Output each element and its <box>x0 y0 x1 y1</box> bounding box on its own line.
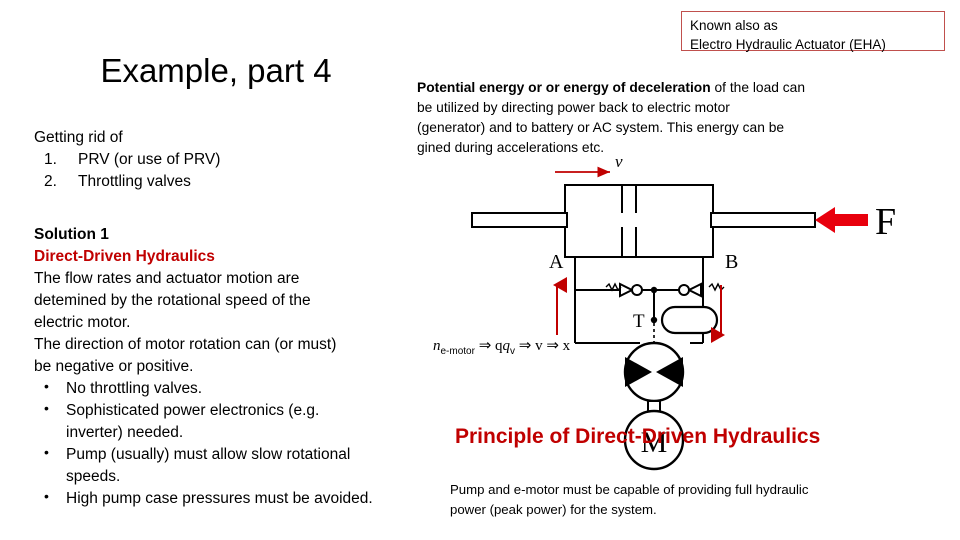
accumulator-icon <box>660 305 719 335</box>
list-item-label: PRV (or use of PRV) <box>78 151 221 168</box>
pump-note-line-1: Pump and e-motor must be capable of prov… <box>450 482 809 497</box>
slide-canvas: Example, part 4 Getting rid of 1. PRV (o… <box>0 0 960 540</box>
page-title: Example, part 4 <box>100 52 332 89</box>
hydraulic-circuit-diagram: v F A B T M ne-motor ⇒ qqv ⇒ v ⇒ x <box>425 150 960 471</box>
list-item-number: 1. <box>44 151 57 168</box>
energy-paragraph: Potential energy or or energy of deceler… <box>417 78 883 158</box>
callout-line-2: Electro Hydraulic Actuator (EHA) <box>690 37 886 53</box>
chain-rest-1: ⇒ q <box>474 338 503 354</box>
chain-q: q <box>502 338 511 354</box>
principle-heading: Principle of Direct-Driven Hydraulics <box>455 425 821 448</box>
pump-icon <box>623 341 685 403</box>
solution-paragraph-line: The direction of motor rotation can (or … <box>34 336 337 353</box>
list-item-label-cont: inverter) needed. <box>66 424 184 441</box>
tank-label: T <box>633 311 645 332</box>
list-item-label: High pump case pressures must be avoided… <box>66 490 373 507</box>
energy-paragraph-line-3: (generator) and to battery or AC system.… <box>417 120 785 135</box>
bullet-icon: • <box>44 378 49 394</box>
list-item-label: Pump (usually) must allow slow rotationa… <box>66 446 351 463</box>
bullet-icon: • <box>44 444 49 460</box>
causal-chain-formula: ne-motor ⇒ qqv ⇒ v ⇒ x <box>433 336 570 357</box>
solution-bullet-list: • No throttling valves. • Sophisticated … <box>34 378 434 510</box>
chain-rest-2: ⇒ v ⇒ x <box>515 338 571 354</box>
junction-dot-tank <box>650 316 658 324</box>
solution-paragraph-line: detemined by the rotational speed of the <box>34 292 311 309</box>
pump-note-line-2: power (peak power) for the system. <box>450 501 657 517</box>
list-item: • High pump case pressures must be avoid… <box>34 488 434 510</box>
energy-paragraph-line-1-rest: of the load can <box>710 80 806 95</box>
list-item-label: Sophisticated power electronics (e.g. <box>66 402 320 419</box>
getting-rid-of-lead: Getting rid of <box>34 129 123 146</box>
port-a-label: A <box>549 251 564 273</box>
piston-rod-joint <box>622 213 636 227</box>
callout-line-1: Known also as <box>690 18 778 33</box>
cylinder-barrel <box>564 184 714 258</box>
getting-rid-of-list: 1. PRV (or use of PRV) 2. Throttling val… <box>34 149 424 193</box>
list-item-label-cont: speeds. <box>66 468 121 485</box>
force-label: F <box>875 201 896 243</box>
velocity-label: v <box>615 152 623 171</box>
cylinder-rod-left <box>471 212 568 228</box>
chain-n: n <box>433 338 441 354</box>
cylinder-rod-right <box>710 212 816 228</box>
bullet-icon: • <box>44 400 49 416</box>
list-item: 2. Throttling valves <box>34 171 424 193</box>
pilot-check-valve-left-icon <box>605 282 647 298</box>
eha-callout-box: Known also as Electro Hydraulic Actuator… <box>681 11 945 53</box>
list-item-label: Throttling valves <box>78 173 191 190</box>
getting-rid-of-block: Getting rid of 1. PRV (or use of PRV) 2.… <box>34 127 424 193</box>
solution-subheading: Direct-Driven Hydraulics <box>34 248 215 265</box>
list-item: • Sophisticated power electronics (e.g. … <box>34 400 434 444</box>
list-item: • No throttling valves. <box>34 378 434 400</box>
solution-block: Solution 1 Direct-Driven Hydraulics The … <box>34 224 434 510</box>
energy-paragraph-bold: Potential energy or or energy of deceler… <box>417 80 711 95</box>
solution-heading: Solution 1 <box>34 226 109 243</box>
list-item: • Pump (usually) must allow slow rotatio… <box>34 444 434 488</box>
list-item: 1. PRV (or use of PRV) <box>34 149 424 171</box>
solution-paragraph-line: electric motor. <box>34 314 131 331</box>
chain-sub-e-motor: e-motor <box>440 346 475 357</box>
solution-paragraph-line: The flow rates and actuator motion are <box>34 270 300 287</box>
pump-note: Pump and e-motor must be capable of prov… <box>450 480 916 520</box>
energy-paragraph-line-2: be utilized by directing power back to e… <box>417 100 730 115</box>
force-arrow-icon <box>815 207 868 233</box>
pilot-check-valve-right-icon <box>674 282 725 298</box>
list-item-label: No throttling valves. <box>66 380 203 397</box>
solution-paragraph-line: be negative or positive. <box>34 358 194 375</box>
bullet-icon: • <box>44 488 49 504</box>
port-b-label: B <box>725 251 738 273</box>
list-item-number: 2. <box>44 173 57 190</box>
